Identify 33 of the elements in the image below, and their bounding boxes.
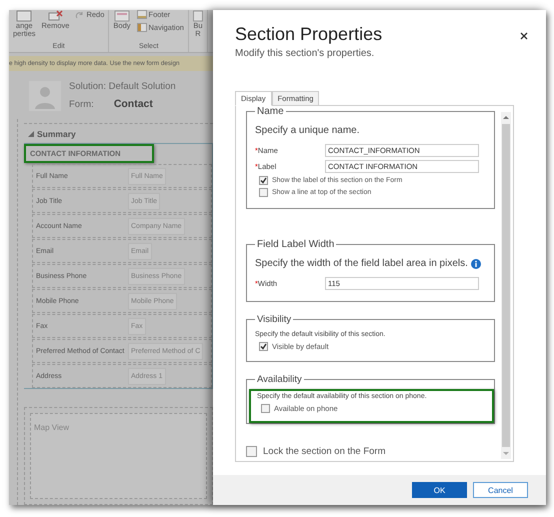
scroll-up-icon[interactable] — [503, 115, 509, 120]
map-label: Map View — [34, 423, 69, 432]
checkbox[interactable] — [259, 342, 268, 351]
solution-label: Solution: Default Solution — [69, 81, 176, 92]
hint-text: Specify the width of the field label area in pixels. — [255, 258, 468, 269]
group-legend: Field Label Width — [255, 239, 336, 250]
hint-text: Specify a unique name. — [255, 125, 360, 136]
cancel-button[interactable]: Cancel — [473, 482, 528, 498]
form-label: Form: — [69, 99, 94, 110]
footer-icon — [136, 10, 146, 19]
group-legend: Availability — [255, 374, 304, 385]
scroll-down-icon[interactable] — [503, 451, 509, 456]
form-name: Contact — [114, 98, 153, 110]
remove-icon — [47, 10, 64, 22]
close-icon[interactable] — [520, 32, 528, 40]
redo-icon — [75, 10, 84, 18]
checkbox[interactable] — [261, 404, 270, 413]
navigation-icon — [136, 23, 146, 32]
info-icon[interactable] — [470, 258, 481, 268]
expand-icon[interactable] — [28, 131, 34, 137]
dialog-title: Section Properties — [235, 24, 382, 45]
checkbox[interactable] — [246, 446, 257, 457]
group-legend: Visibility — [255, 314, 294, 325]
scrollbar[interactable] — [501, 112, 511, 459]
group-legend: Name — [255, 106, 286, 117]
tab-label: Summary — [37, 129, 76, 139]
ok-button[interactable]: OK — [412, 482, 467, 498]
checkbox[interactable] — [259, 176, 268, 185]
avatar-icon — [29, 81, 61, 111]
checkbox[interactable] — [259, 188, 268, 197]
body-icon — [114, 10, 130, 22]
dialog-subtitle: Modify this section's properties. — [235, 48, 376, 59]
checkbox-label: Lock the section on the Form — [263, 446, 386, 457]
